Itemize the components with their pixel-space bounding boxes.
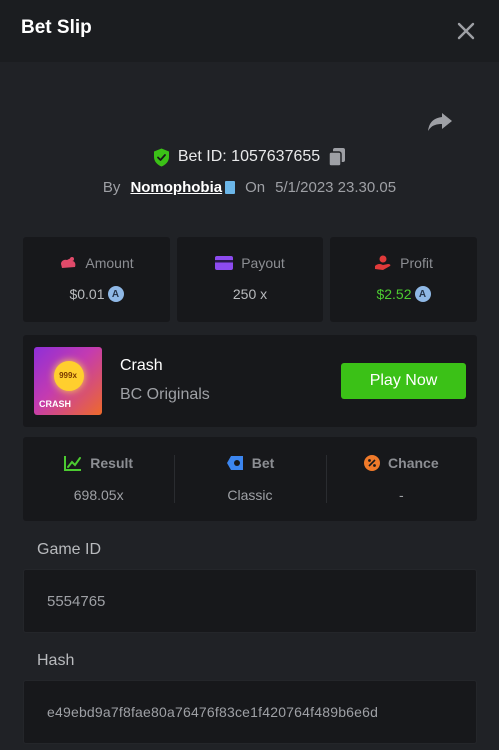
card-icon [215,256,234,270]
hand-coin-icon [375,255,391,270]
verified-badge-icon [225,180,236,194]
game-id-field[interactable]: 5554765 [23,569,477,633]
close-icon[interactable] [455,20,477,42]
payout-card: Payout 250 x [177,237,323,322]
amount-label-row: Amount [23,255,170,271]
username-link[interactable]: Nomophobia [130,178,236,196]
game-name: Crash [120,357,163,374]
by-label: By [102,178,121,196]
game-thumbnail[interactable]: 999x CRASH [34,347,102,415]
thumbnail-label: CRASH [39,399,72,409]
profit-value-row: $2.52 A [330,286,477,302]
chance-label: Chance [388,455,439,471]
bet-type-cell: Bet Classic [174,437,325,521]
bet-id: Bet ID: 1057637655 [177,148,321,165]
header-bar: Bet Slip [0,0,499,62]
amount-value: $0.01 [69,286,105,302]
coin-icon: A [107,286,124,302]
username: Nomophobia [130,178,223,196]
bet-id-row: Bet ID: 1057637655 [0,145,499,169]
chance-label-row: Chance [326,455,477,471]
result-value: 698.05x [73,487,124,503]
result-cell: Result 698.05x [23,437,174,521]
share-icon[interactable] [427,111,453,133]
game-provider: BC Originals [120,386,210,403]
bet-timestamp: 5/1/2023 23.30.05 [275,178,397,196]
payout-label: Payout [241,255,285,271]
copy-icon[interactable] [328,147,346,167]
result-card: Result 698.05x Bet Classic Chance - [23,437,477,521]
result-label: Result [90,455,134,471]
play-now-button[interactable]: Play Now [341,363,466,399]
profit-card: Profit $2.52 A [330,237,477,322]
hash-field[interactable]: e49ebd9a7f8fae80a76476f83ce1f420764f489b… [23,680,477,744]
game-card: 999x CRASH Crash BC Originals Play Now [23,335,477,427]
percent-icon [364,455,381,471]
hash-label: Hash [37,652,75,669]
wallet-icon [61,257,76,268]
bet-value: Classic [227,487,273,503]
hash-value: e49ebd9a7f8fae80a76476f83ce1f420764f489b… [47,704,379,720]
chance-cell: Chance - [325,437,477,521]
amount-label: Amount [85,255,134,271]
coin-icon: A [414,286,431,302]
bet-author-row: By Nomophobia On 5/1/2023 23.30.05 [0,176,499,198]
game-id-label: Game ID [37,541,102,558]
profit-value: $2.52 [376,286,412,302]
on-label: On [245,178,266,196]
payout-value-row: 250 x [177,286,323,302]
payout-label-row: Payout [177,255,323,271]
page-title: Bet Slip [21,17,92,38]
bet-label: Bet [251,455,275,471]
profit-label: Profit [400,255,433,271]
amount-card: Amount $0.01 A [23,237,170,322]
profit-label-row: Profit [330,255,477,271]
amount-value-row: $0.01 A [23,286,170,302]
chance-value: - [398,487,404,503]
payout-value: 250 x [232,286,268,302]
game-id-value: 5554765 [47,592,106,610]
chart-icon [64,456,82,471]
shield-check-icon [153,148,169,166]
bet-label-row: Bet [174,455,325,471]
result-label-row: Result [23,455,174,471]
chip-icon [226,456,243,470]
thumbnail-multiplier: 999x [59,371,77,380]
